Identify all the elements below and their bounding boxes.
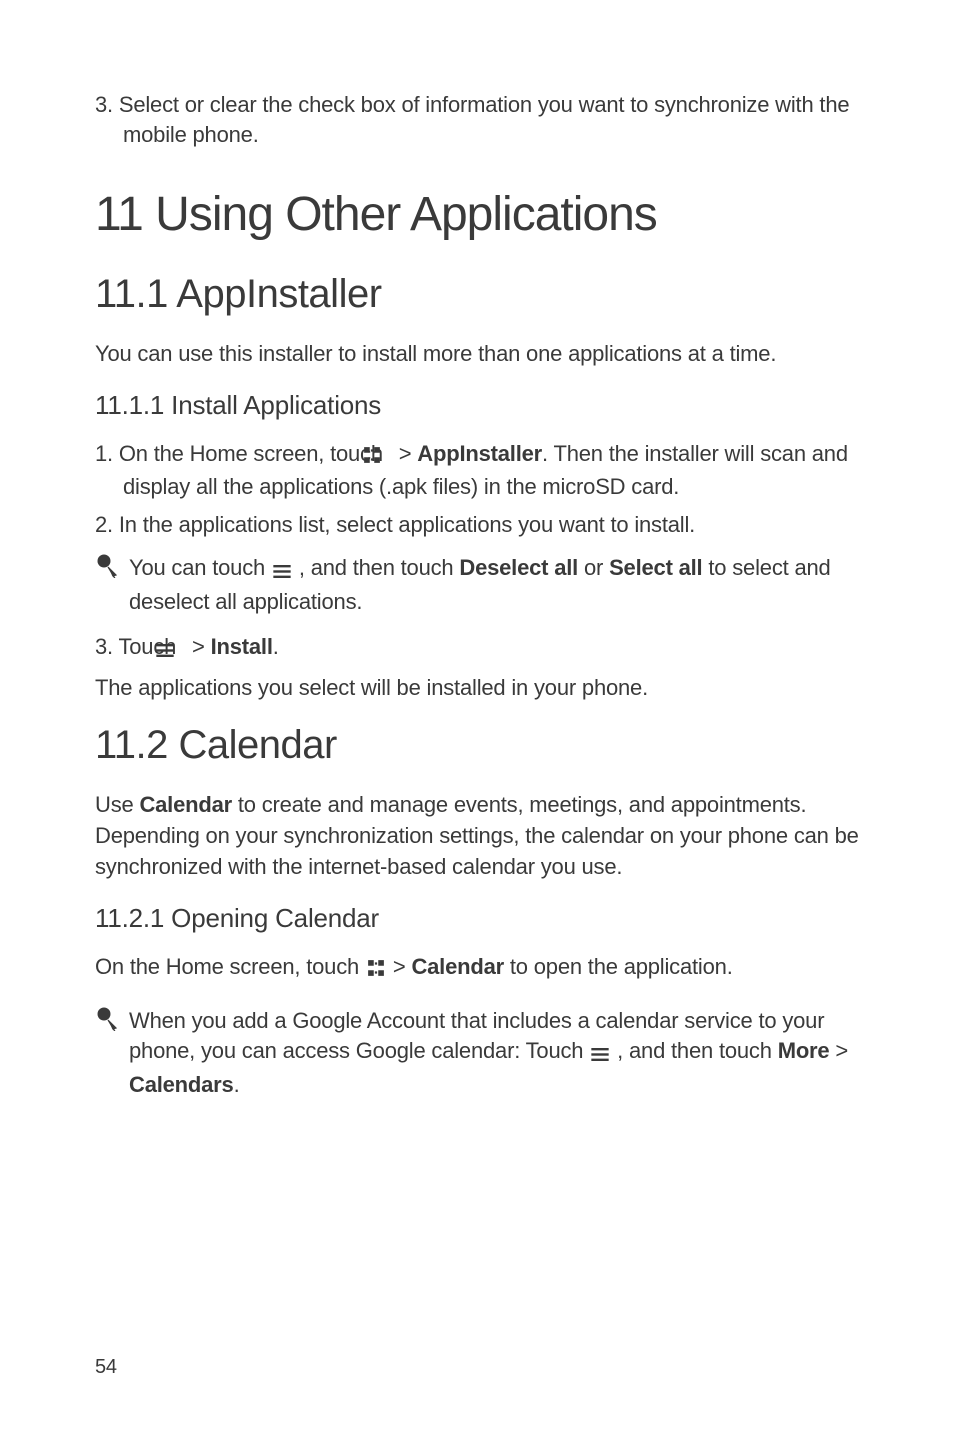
tip-block-2: When you add a Google Account that inclu…: [95, 1006, 859, 1101]
tip1-bold1: Deselect all: [459, 555, 578, 580]
apps-icon: [367, 955, 385, 986]
tip2-d: .: [234, 1072, 240, 1097]
page-number: 54: [95, 1356, 117, 1379]
menu-icon: [591, 1039, 609, 1070]
intro-step-3: 3. Select or clear the check box of info…: [95, 90, 859, 149]
step-2: 2. In the applications list, select appl…: [95, 510, 859, 540]
step-3-bold: Install: [211, 634, 273, 659]
menu-icon: [273, 556, 291, 587]
tip1-c: or: [578, 555, 609, 580]
tip-icon: [95, 554, 123, 583]
step-1-bold: AppInstaller: [417, 441, 542, 466]
chapter-heading: 11 Using Other Applications: [95, 187, 859, 242]
s2-intro-a: Use: [95, 792, 139, 817]
step-3-c: .: [273, 634, 279, 659]
s2s1-line-bold: Calendar: [411, 954, 504, 979]
section-11-2-1-line: On the Home screen, touch > Calendar to …: [95, 952, 859, 986]
section-11-1-1-outro: The applications you select will be inst…: [95, 673, 859, 704]
tip1-b: , and then touch: [299, 555, 460, 580]
s2-intro-bold: Calendar: [139, 792, 232, 817]
tip-icon: [95, 1007, 123, 1036]
section-11-1-heading: 11.1 AppInstaller: [95, 272, 859, 317]
section-11-2-1-heading: 11.2.1 Opening Calendar: [95, 903, 859, 934]
step-1: 1. On the Home screen, touch > AppInstal…: [95, 439, 859, 501]
tip2-c: >: [829, 1038, 848, 1063]
tip2-bold2: Calendars: [129, 1072, 234, 1097]
s2s1-line-c: to open the application.: [504, 954, 733, 979]
tip1-a: You can touch: [129, 555, 271, 580]
section-11-2-intro: Use Calendar to create and manage events…: [95, 790, 859, 882]
tip-block-1: You can touch , and then touch Deselect …: [95, 553, 859, 618]
section-11-1-intro: You can use this installer to install mo…: [95, 339, 859, 370]
step-1-text-b: >: [399, 441, 418, 466]
s2s1-line-a: On the Home screen, touch: [95, 954, 365, 979]
section-11-2-heading: 11.2 Calendar: [95, 723, 859, 768]
tip1-bold2: Select all: [609, 555, 702, 580]
step-3-b: >: [192, 634, 211, 659]
step-3: 3. Touch > Install.: [95, 632, 859, 665]
tip2-b: , and then touch: [617, 1038, 778, 1063]
tip2-bold1: More: [778, 1038, 830, 1063]
s2s1-line-b: >: [393, 954, 412, 979]
step-1-text-a: 1. On the Home screen, touch: [95, 441, 389, 466]
section-11-1-1-heading: 11.1.1 Install Applications: [95, 390, 859, 421]
